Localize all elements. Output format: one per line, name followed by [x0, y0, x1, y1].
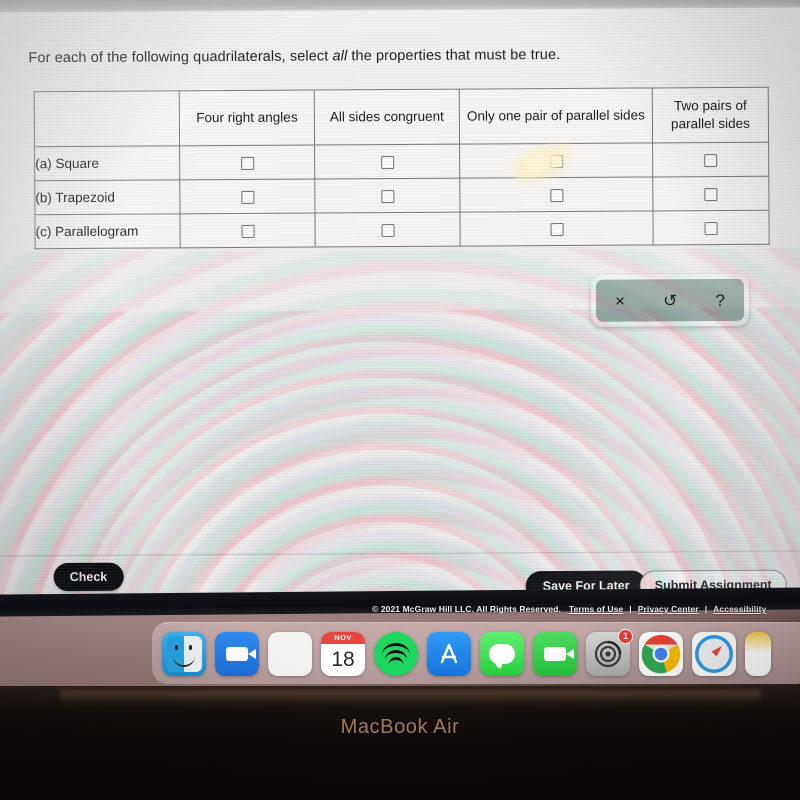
- laptop-screen: For each of the following quadrilaterals…: [0, 0, 800, 603]
- checkbox-trapezoid-one-pair-parallel[interactable]: [549, 188, 563, 203]
- dock-item-google-chrome[interactable]: [639, 631, 683, 676]
- checkbox-trapezoid-all-sides-congruent[interactable]: [380, 189, 394, 204]
- assignment-page: For each of the following quadrilaterals…: [0, 7, 800, 603]
- cell-parallelogram-two-pairs-parallel[interactable]: [652, 210, 770, 245]
- dock-item-finder[interactable]: [162, 631, 206, 676]
- answer-tools-panel: × ↺ ?: [590, 273, 750, 327]
- cell-square-one-pair-parallel[interactable]: [459, 142, 653, 179]
- checkbox-square-one-pair-parallel[interactable]: [549, 154, 563, 169]
- calendar-icon-day: 18: [331, 647, 355, 671]
- header-cell-one-pair-parallel: Only one pair of parallel sides: [459, 87, 653, 145]
- laptop-bezel-edge-highlight: [60, 690, 760, 704]
- dock-item-zoom[interactable]: [215, 631, 259, 676]
- row-label-parallelogram: (c) Parallelogram: [34, 213, 181, 249]
- prompt-text-before: For each of the following quadrilaterals…: [28, 48, 333, 67]
- checkbox-parallelogram-four-right-angles[interactable]: [241, 224, 255, 238]
- dock-item-safari[interactable]: [692, 631, 736, 676]
- dock-item-launchpad[interactable]: [268, 631, 312, 676]
- prompt-text-after: the properties that must be true.: [347, 47, 561, 65]
- prompt-emphasis: all: [332, 48, 348, 65]
- cell-parallelogram-four-right-angles[interactable]: [179, 213, 316, 248]
- checkbox-square-four-right-angles[interactable]: [240, 156, 254, 170]
- row-label-square: (a) Square: [34, 145, 180, 181]
- header-cell-four-right-angles: Four right angles: [179, 90, 315, 146]
- cell-trapezoid-two-pairs-parallel[interactable]: [652, 176, 769, 211]
- screenshot-root: For each of the following quadrilaterals…: [0, 0, 800, 800]
- clear-icon[interactable]: ×: [609, 291, 631, 310]
- undo-icon[interactable]: ↺: [657, 291, 683, 310]
- terms-of-use-link[interactable]: Terms of Use: [569, 604, 623, 614]
- device-model-label: MacBook Air: [340, 716, 460, 738]
- dock-item-app-store[interactable]: [427, 631, 471, 676]
- facetime-icon: [544, 646, 574, 661]
- cell-square-two-pairs-parallel[interactable]: [652, 142, 769, 177]
- checkbox-square-two-pairs-parallel[interactable]: [704, 153, 718, 168]
- dock-item-facetime[interactable]: [533, 631, 577, 676]
- calendar-icon-month: NOV: [321, 631, 365, 644]
- checkbox-trapezoid-two-pairs-parallel[interactable]: [704, 187, 718, 202]
- dock-item-partial-app[interactable]: [745, 631, 771, 676]
- footer-separator: |: [704, 604, 708, 614]
- cell-square-all-sides-congruent[interactable]: [314, 144, 460, 180]
- dock-item-spotify[interactable]: [374, 631, 418, 676]
- answer-tools-inner: × ↺ ?: [595, 278, 745, 322]
- finder-icon-eye-left: [175, 644, 178, 650]
- finder-icon-eye-right: [189, 644, 192, 650]
- table-row: (c) Parallelogram: [34, 210, 770, 249]
- macos-dock: NOV 18 1: [152, 622, 800, 684]
- app-store-icon: [440, 643, 458, 663]
- table-header: Four right angles All sides congruent On…: [34, 87, 769, 147]
- privacy-center-link[interactable]: Privacy Center: [638, 604, 699, 614]
- copyright-text: © 2021 McGraw Hill LLC. All Rights Reser…: [372, 604, 561, 614]
- accessibility-link[interactable]: Accessibility: [713, 604, 766, 614]
- table-row: (a) Square: [34, 142, 769, 181]
- dock-item-messages[interactable]: [480, 631, 524, 676]
- cell-trapezoid-one-pair-parallel[interactable]: [459, 176, 653, 213]
- cell-square-four-right-angles[interactable]: [179, 145, 315, 180]
- cell-trapezoid-four-right-angles[interactable]: [179, 179, 315, 214]
- cell-trapezoid-all-sides-congruent[interactable]: [314, 178, 460, 214]
- dock-item-calendar[interactable]: NOV 18: [321, 631, 365, 676]
- messages-icon: [489, 643, 515, 664]
- footer-separator: |: [629, 604, 632, 614]
- checkbox-square-all-sides-congruent[interactable]: [380, 155, 394, 170]
- system-preferences-icon: [594, 640, 622, 667]
- table-row: (b) Trapezoid: [34, 176, 769, 215]
- chrome-icon: [641, 634, 681, 673]
- help-icon[interactable]: ?: [709, 290, 731, 310]
- properties-table: Four right angles All sides congruent On…: [33, 86, 770, 250]
- checkbox-parallelogram-one-pair-parallel[interactable]: [550, 222, 564, 237]
- question-prompt: For each of the following quadrilaterals…: [28, 47, 560, 66]
- header-cell-all-sides-congruent: All sides congruent: [314, 89, 460, 146]
- table-body: (a) Square (b) Trapezoid (c) Parallelogr…: [34, 142, 770, 249]
- checkbox-trapezoid-four-right-angles[interactable]: [240, 190, 254, 204]
- cell-parallelogram-all-sides-congruent[interactable]: [314, 212, 461, 248]
- header-cell-blank: [34, 90, 180, 147]
- checkbox-parallelogram-all-sides-congruent[interactable]: [381, 223, 395, 238]
- zoom-icon: [226, 646, 256, 661]
- footer-legal: © 2021 McGraw Hill LLC. All Rights Reser…: [372, 604, 769, 614]
- table-header-row: Four right angles All sides congruent On…: [34, 87, 769, 147]
- system-preferences-badge: 1: [618, 628, 633, 644]
- cell-parallelogram-one-pair-parallel[interactable]: [459, 210, 654, 247]
- row-label-trapezoid: (b) Trapezoid: [34, 179, 180, 215]
- header-cell-two-pairs-parallel: Two pairs of parallel sides: [652, 87, 769, 143]
- dock-item-system-preferences[interactable]: 1: [586, 628, 633, 676]
- check-button[interactable]: Check: [53, 562, 124, 592]
- checkbox-parallelogram-two-pairs-parallel[interactable]: [704, 221, 718, 236]
- safari-icon: [695, 634, 733, 673]
